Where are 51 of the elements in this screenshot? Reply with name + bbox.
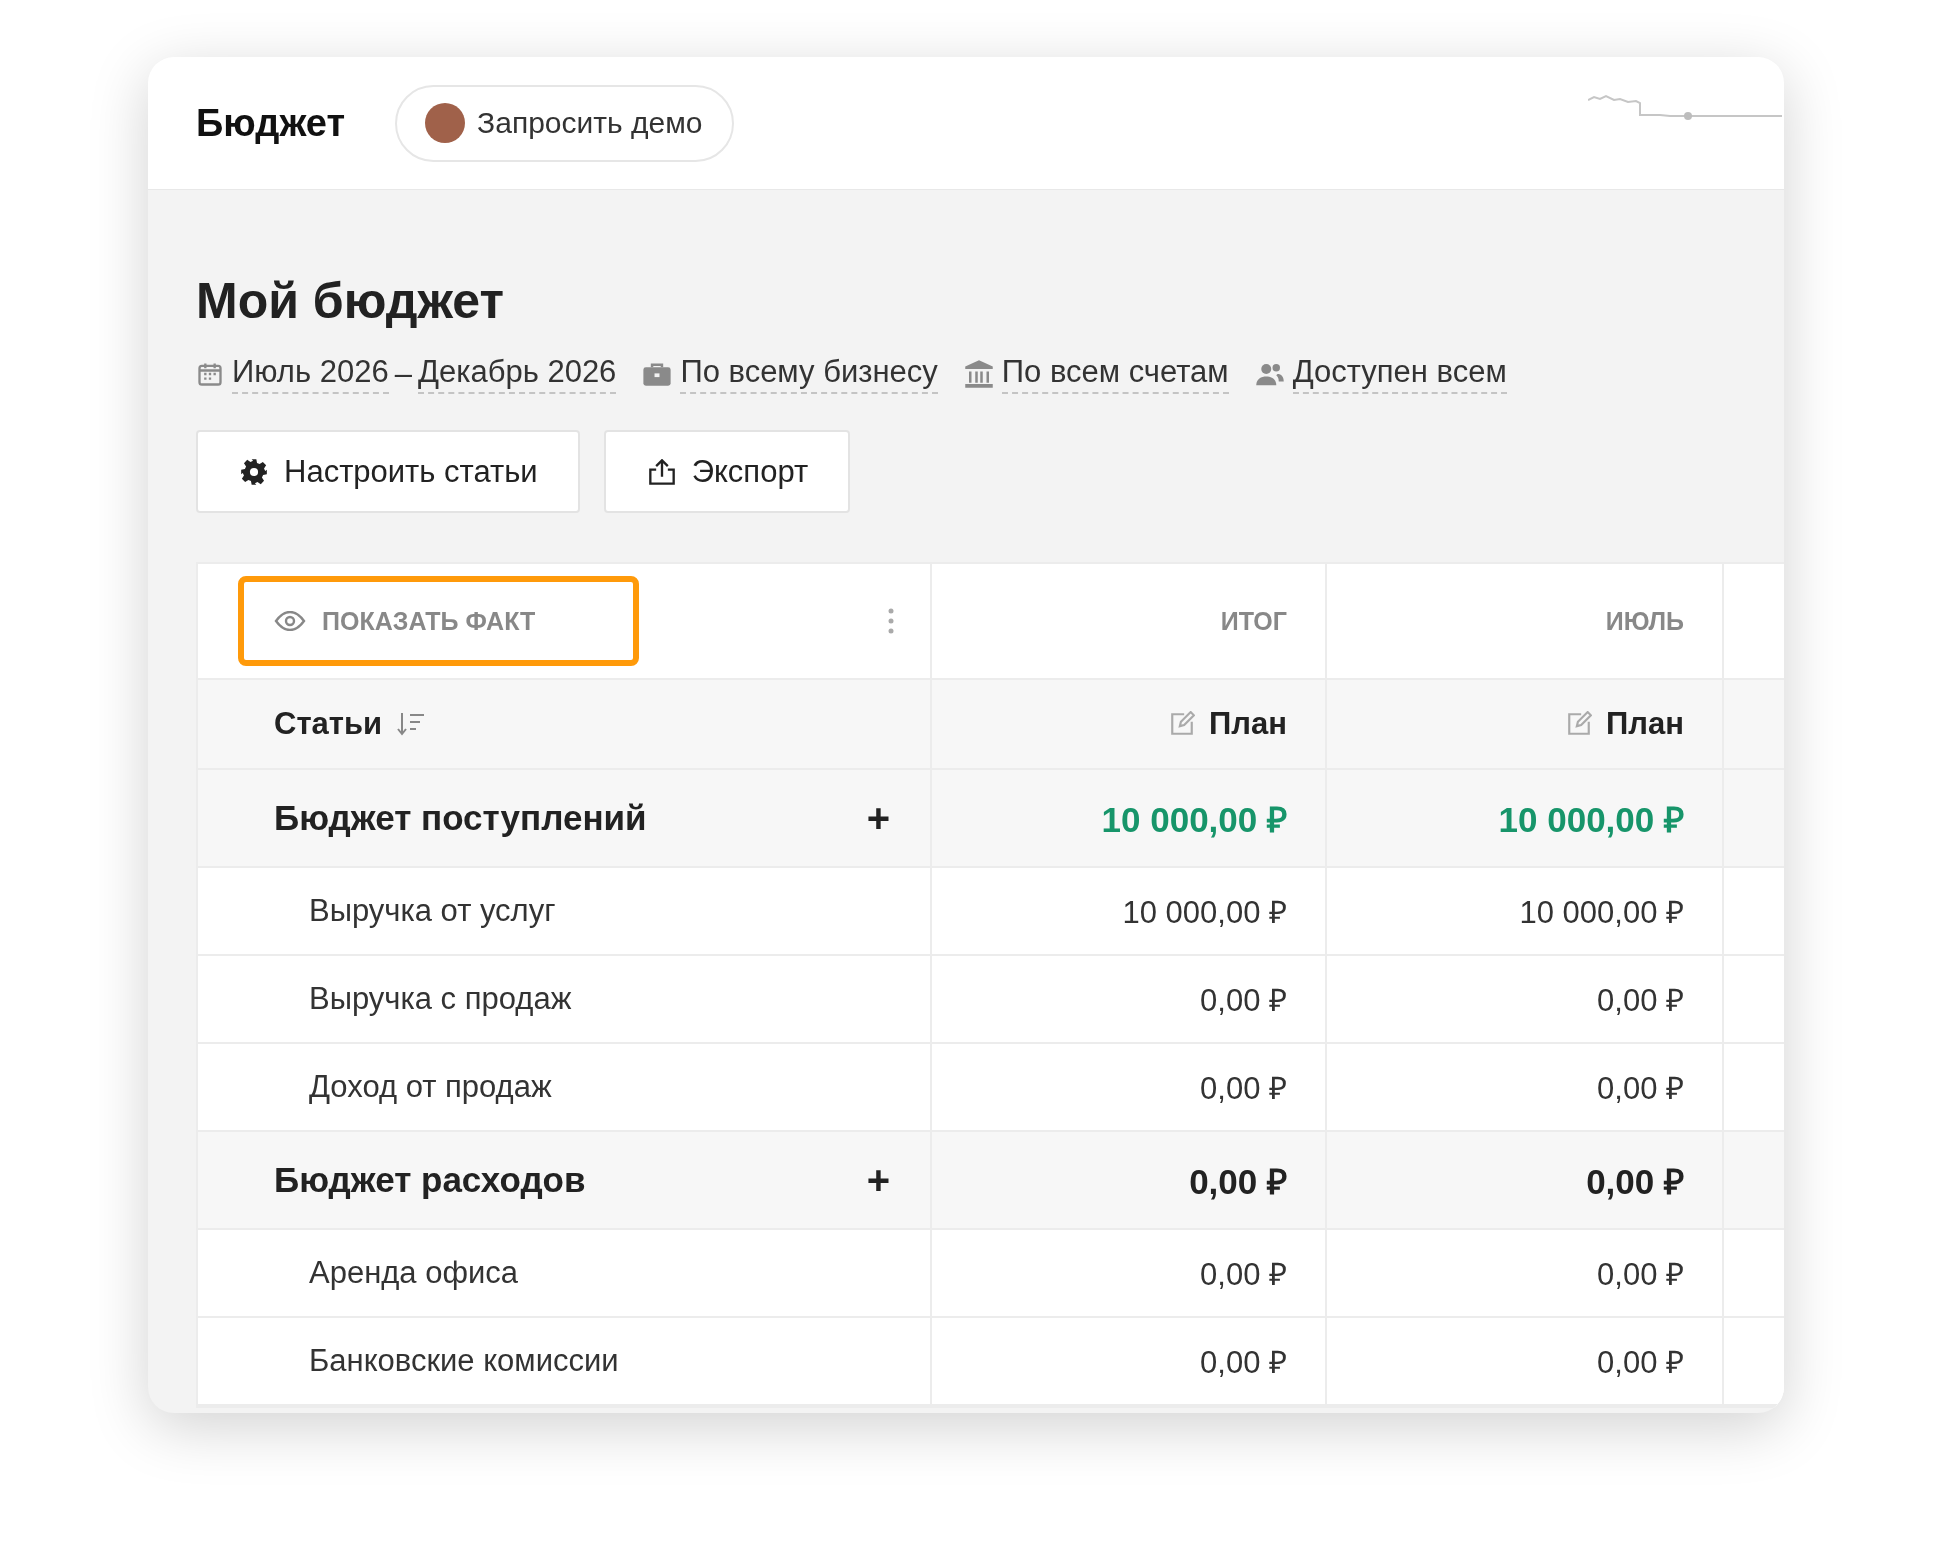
amount-text: 0,00 ₽ bbox=[1597, 1344, 1684, 1382]
period-separator: – bbox=[394, 356, 412, 392]
upload-icon bbox=[647, 458, 676, 485]
period-start-link[interactable]: Июль 2026 bbox=[232, 354, 389, 394]
avatar-icon bbox=[425, 103, 466, 143]
amount-text: 0,00 ₽ bbox=[1200, 1256, 1287, 1294]
amount-text: 0,00 ₽ bbox=[1189, 1160, 1287, 1203]
amount-text: 10 000,00 ₽ bbox=[1101, 798, 1287, 841]
sort-icon[interactable] bbox=[396, 711, 427, 737]
add-button[interactable]: + bbox=[862, 795, 894, 841]
eye-icon bbox=[274, 611, 306, 631]
category-label: Доход от продаж bbox=[309, 1069, 552, 1105]
column-heading: ИТОГ bbox=[1220, 606, 1287, 636]
amount-text: 10 000,00 ₽ bbox=[1519, 894, 1684, 932]
category-label: Аренда офиса bbox=[309, 1255, 519, 1291]
amount-text: 10 000,00 ₽ bbox=[1498, 798, 1684, 841]
amount-text: 0,00 ₽ bbox=[1200, 1070, 1287, 1108]
show-fact-toggle[interactable]: ПОКАЗАТЬ ФАКТ bbox=[238, 576, 640, 666]
period-end-link[interactable]: Декабрь 2026 bbox=[417, 354, 617, 394]
category-label: Выручка с продаж bbox=[309, 981, 572, 1017]
amount-text: 0,00 ₽ bbox=[1200, 982, 1287, 1020]
add-button[interactable]: + bbox=[862, 1157, 894, 1203]
app-title: Бюджет bbox=[196, 101, 346, 145]
category-label: Выручка от услуг bbox=[309, 893, 556, 929]
filter-link[interactable]: По всем счетам bbox=[1001, 354, 1229, 394]
column-heading: Статьи bbox=[274, 706, 383, 742]
amount-text: 0,00 ₽ bbox=[1597, 982, 1684, 1020]
people-icon bbox=[1254, 361, 1285, 387]
column-subheading: План bbox=[1606, 706, 1684, 742]
request-demo-button[interactable]: Запросить демо bbox=[395, 84, 735, 162]
filter-link[interactable]: По всему бизнесу bbox=[680, 354, 938, 394]
export-button[interactable]: Экспорт bbox=[603, 430, 851, 513]
amount-text: 0,00 ₽ bbox=[1597, 1070, 1684, 1108]
category-group-label: Бюджет поступлений bbox=[274, 798, 647, 838]
column-subheading: План bbox=[1209, 706, 1287, 742]
briefcase-icon bbox=[642, 361, 673, 387]
page-title: Мой бюджет bbox=[196, 272, 505, 330]
kebab-menu-icon[interactable] bbox=[888, 608, 894, 634]
category-label: Банковские комиссии bbox=[309, 1343, 619, 1379]
category-group-label: Бюджет расходов bbox=[274, 1160, 586, 1200]
edit-icon[interactable] bbox=[1169, 711, 1196, 737]
settings-icon bbox=[240, 457, 268, 486]
column-heading: ИЮЛЬ bbox=[1605, 606, 1684, 636]
amount-text: 10 000,00 ₽ bbox=[1122, 894, 1287, 932]
amount-text: 0,00 ₽ bbox=[1597, 1256, 1684, 1294]
bank-icon bbox=[963, 359, 994, 389]
configure-button[interactable]: Настроить статьи bbox=[196, 430, 580, 513]
edit-icon[interactable] bbox=[1566, 711, 1593, 737]
filter-link[interactable]: Доступен всем bbox=[1292, 354, 1507, 394]
amount-text: 0,00 ₽ bbox=[1586, 1160, 1684, 1203]
amount-text: 0,00 ₽ bbox=[1200, 1344, 1287, 1382]
